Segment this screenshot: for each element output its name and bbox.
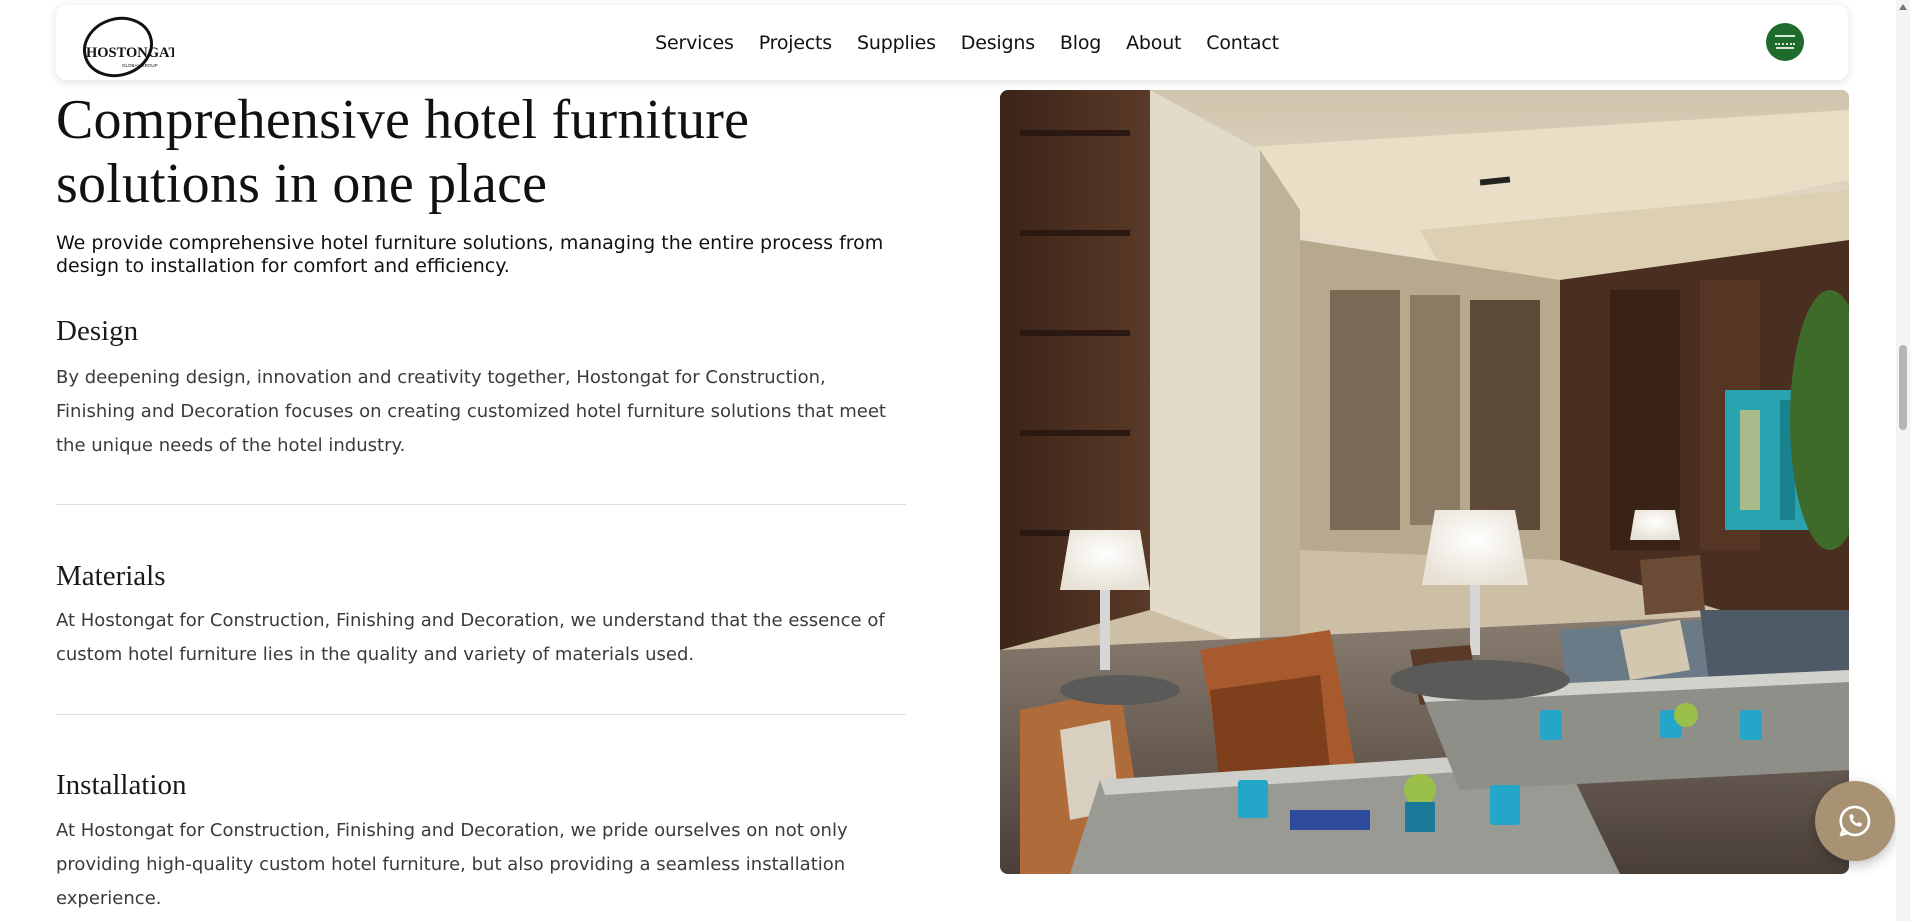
hotel-lobby-image	[1000, 90, 1849, 874]
whatsapp-icon	[1839, 805, 1871, 837]
nav-supplies[interactable]: Supplies	[857, 32, 936, 54]
section-design: Design By deepening design, innovation a…	[56, 314, 906, 463]
page-lead: We provide comprehensive hotel furniture…	[56, 232, 884, 277]
section-title: Materials	[56, 560, 166, 592]
scrollbar[interactable]	[1896, 0, 1910, 921]
nav-contact[interactable]: Contact	[1206, 32, 1279, 54]
divider	[56, 714, 906, 715]
nav-designs[interactable]: Designs	[961, 32, 1035, 54]
section-body: By deepening design, innovation and crea…	[56, 367, 886, 456]
section-title: Installation	[56, 769, 187, 801]
nav-about[interactable]: About	[1126, 32, 1181, 54]
main-content: Comprehensive hotel furniture solutions …	[56, 88, 906, 278]
saudi-flag-icon[interactable]	[1766, 23, 1804, 61]
scrollbar-thumb[interactable]	[1899, 345, 1907, 430]
divider	[56, 504, 906, 505]
nav-projects[interactable]: Projects	[759, 32, 833, 54]
main-nav: Services Projects Supplies Designs Blog …	[56, 5, 1848, 80]
section-title: Design	[56, 315, 139, 347]
nav-blog[interactable]: Blog	[1060, 32, 1101, 54]
section-installation: Installation At Hostongat for Constructi…	[56, 768, 906, 916]
section-body: At Hostongat for Construction, Finishing…	[56, 610, 885, 665]
site-header: HOSTONGAT GLOBAL GROUP Services Projects…	[56, 5, 1848, 80]
nav-services[interactable]: Services	[655, 32, 734, 54]
whatsapp-button[interactable]	[1815, 781, 1895, 861]
page-title: Comprehensive hotel furniture solutions …	[56, 89, 750, 215]
section-body: At Hostongat for Construction, Finishing…	[56, 820, 848, 909]
section-materials: Materials At Hostongat for Construction,…	[56, 559, 906, 672]
scroll-up-arrow-icon[interactable]	[1899, 4, 1907, 10]
